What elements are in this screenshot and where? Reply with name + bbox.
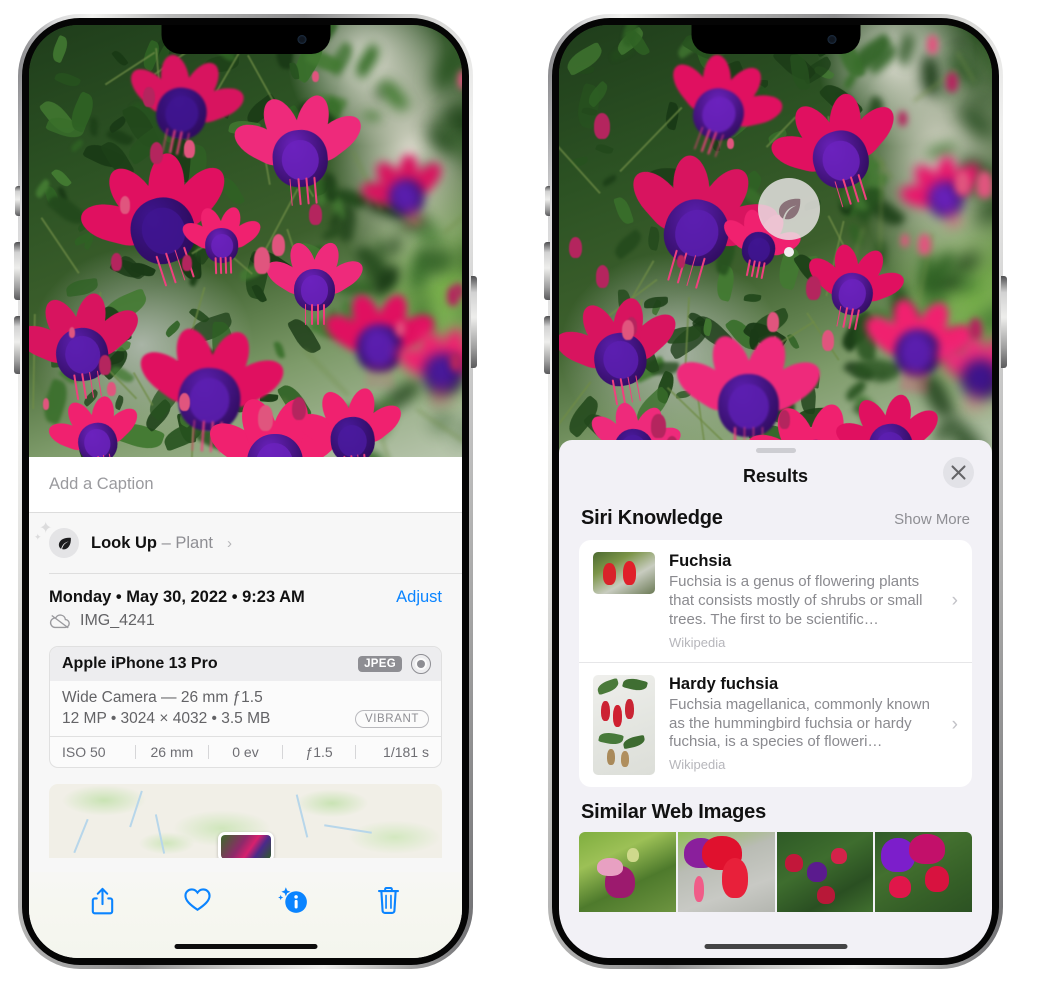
exif-row: ISO 50 26 mm 0 ev ƒ1.5 1/181 s <box>50 735 441 767</box>
photo-info-panel: Add a Caption ✦ ✦ Look Up – Plant › Mond… <box>29 457 462 958</box>
power-button[interactable] <box>1001 276 1007 368</box>
date-row: Monday • May 30, 2022 • 9:23 AM Adjust <box>29 574 462 607</box>
similar-images-row <box>559 831 992 912</box>
knowledge-thumbnail <box>593 674 655 775</box>
mute-switch[interactable] <box>15 186 20 216</box>
format-badge: JPEG <box>358 655 402 672</box>
left-screen: Add a Caption ✦ ✦ Look Up – Plant › Mond… <box>29 25 462 958</box>
similar-image-tile[interactable] <box>875 831 972 912</box>
power-button[interactable] <box>471 276 477 368</box>
filename: IMG_4241 <box>80 611 155 629</box>
raw-circle-icon <box>411 653 431 674</box>
share-icon <box>91 887 114 915</box>
camera-card-header: Apple iPhone 13 Pro JPEG <box>50 646 441 681</box>
similar-images-header: Similar Web Images <box>559 787 992 832</box>
knowledge-body: Fuchsia Fuchsia is a genus of flowering p… <box>655 552 960 650</box>
notch <box>161 25 330 54</box>
volume-down-button[interactable] <box>544 316 550 374</box>
style-badge: VIBRANT <box>354 709 429 728</box>
exif-value: 26 mm <box>150 743 194 760</box>
exif-value: ƒ1.5 <box>305 743 333 760</box>
knowledge-description: Fuchsia is a genus of flowering plants t… <box>669 573 923 628</box>
screenshot-stage: Add a Caption ✦ ✦ Look Up – Plant › Mond… <box>0 0 1055 985</box>
favorite-button[interactable] <box>150 886 245 913</box>
visual-look-up-anchor-dot <box>784 247 794 257</box>
knowledge-row[interactable]: Fuchsia Fuchsia is a genus of flowering p… <box>579 540 972 662</box>
close-button[interactable] <box>943 457 974 488</box>
icloud-slash-icon <box>49 613 70 628</box>
photo-date: Monday • May 30, 2022 • 9:23 AM <box>49 587 305 606</box>
sheet-header: Results <box>559 453 992 499</box>
exif-value: ISO 50 <box>62 743 106 760</box>
knowledge-row[interactable]: Hardy fuchsia Fuchsia magellanica, common… <box>579 661 972 787</box>
knowledge-description: Fuchsia magellanica, commonly known as t… <box>669 695 930 751</box>
specs-line: 12 MP • 3024 × 4032 • 3.5 MB <box>62 709 271 727</box>
similar-image-tile[interactable] <box>579 831 676 912</box>
photo-viewer[interactable] <box>559 25 992 465</box>
camera-card-body: Wide Camera — 26 mm ƒ1.5 12 MP • 3024 × … <box>50 681 441 736</box>
info-sparkle-icon <box>277 887 307 913</box>
chevron-right-icon: › <box>951 589 958 611</box>
similar-image-tile[interactable] <box>776 831 874 912</box>
left-iphone-device: Add a Caption ✦ ✦ Look Up – Plant › Mond… <box>14 14 477 969</box>
flowers-layer <box>559 25 992 465</box>
notch <box>691 25 860 54</box>
section-title: Siri Knowledge <box>581 507 723 529</box>
volume-up-button[interactable] <box>14 242 20 300</box>
file-row: IMG_4241 <box>29 607 462 630</box>
trash-icon <box>377 887 399 914</box>
similar-image-tile[interactable] <box>677 831 775 912</box>
knowledge-body: Hardy fuchsia Fuchsia magellanica, common… <box>655 675 960 773</box>
heart-icon <box>184 888 211 912</box>
leaf-icon <box>58 537 71 549</box>
leaf-icon <box>779 198 801 220</box>
results-sheet: Results Siri Knowledge Show More Fuchsia… <box>559 440 992 958</box>
knowledge-thumbnail <box>593 552 655 594</box>
map-photo-pin[interactable] <box>217 831 274 858</box>
flowers-layer <box>29 25 462 457</box>
caption-row[interactable]: Add a Caption <box>29 457 462 513</box>
knowledge-source: Wikipedia <box>669 757 726 773</box>
home-indicator[interactable] <box>704 944 847 949</box>
caption-input[interactable]: Add a Caption <box>49 475 154 494</box>
lens-line: Wide Camera — 26 mm ƒ1.5 <box>62 688 263 706</box>
siri-knowledge-header: Siri Knowledge Show More <box>559 499 992 540</box>
home-indicator[interactable] <box>174 944 317 949</box>
knowledge-source: Wikipedia <box>669 634 726 650</box>
show-more-button[interactable]: Show More <box>894 511 970 528</box>
section-title: Similar Web Images <box>581 800 766 823</box>
mute-switch[interactable] <box>545 186 550 216</box>
front-camera-icon <box>297 35 306 44</box>
look-up-badge: ✦ ✦ <box>34 521 79 558</box>
sheet-title: Results <box>742 465 809 486</box>
knowledge-title: Fuchsia <box>669 552 732 570</box>
knowledge-title: Hardy fuchsia <box>669 674 779 693</box>
right-screen: Results Siri Knowledge Show More Fuchsia… <box>559 25 992 958</box>
chevron-right-icon: › <box>226 534 232 552</box>
delete-button[interactable] <box>341 886 436 915</box>
volume-down-button[interactable] <box>14 316 20 374</box>
right-iphone-device: Results Siri Knowledge Show More Fuchsia… <box>544 14 1007 969</box>
volume-up-button[interactable] <box>544 242 550 300</box>
share-button[interactable] <box>55 886 150 916</box>
look-up-row[interactable]: ✦ ✦ Look Up – Plant › <box>29 513 462 573</box>
photo-viewer[interactable] <box>29 25 462 457</box>
camera-model: Apple iPhone 13 Pro <box>62 654 218 672</box>
exif-value: 1/181 s <box>383 743 429 760</box>
sparkle-small-icon: ✦ <box>34 532 42 542</box>
adjust-button[interactable]: Adjust <box>396 588 442 607</box>
close-icon <box>951 465 966 480</box>
siri-knowledge-list: Fuchsia Fuchsia is a genus of flowering p… <box>579 540 972 787</box>
look-up-label: Look Up – Plant <box>91 533 213 552</box>
exif-value: 0 ev <box>232 743 259 760</box>
front-camera-icon <box>827 35 836 44</box>
info-button[interactable] <box>246 886 341 915</box>
map-card[interactable] <box>49 783 442 858</box>
chevron-right-icon: › <box>951 713 958 735</box>
visual-look-up-badge[interactable] <box>758 178 820 240</box>
camera-info-card: Apple iPhone 13 Pro JPEG Wide Camera — 2… <box>49 645 442 768</box>
